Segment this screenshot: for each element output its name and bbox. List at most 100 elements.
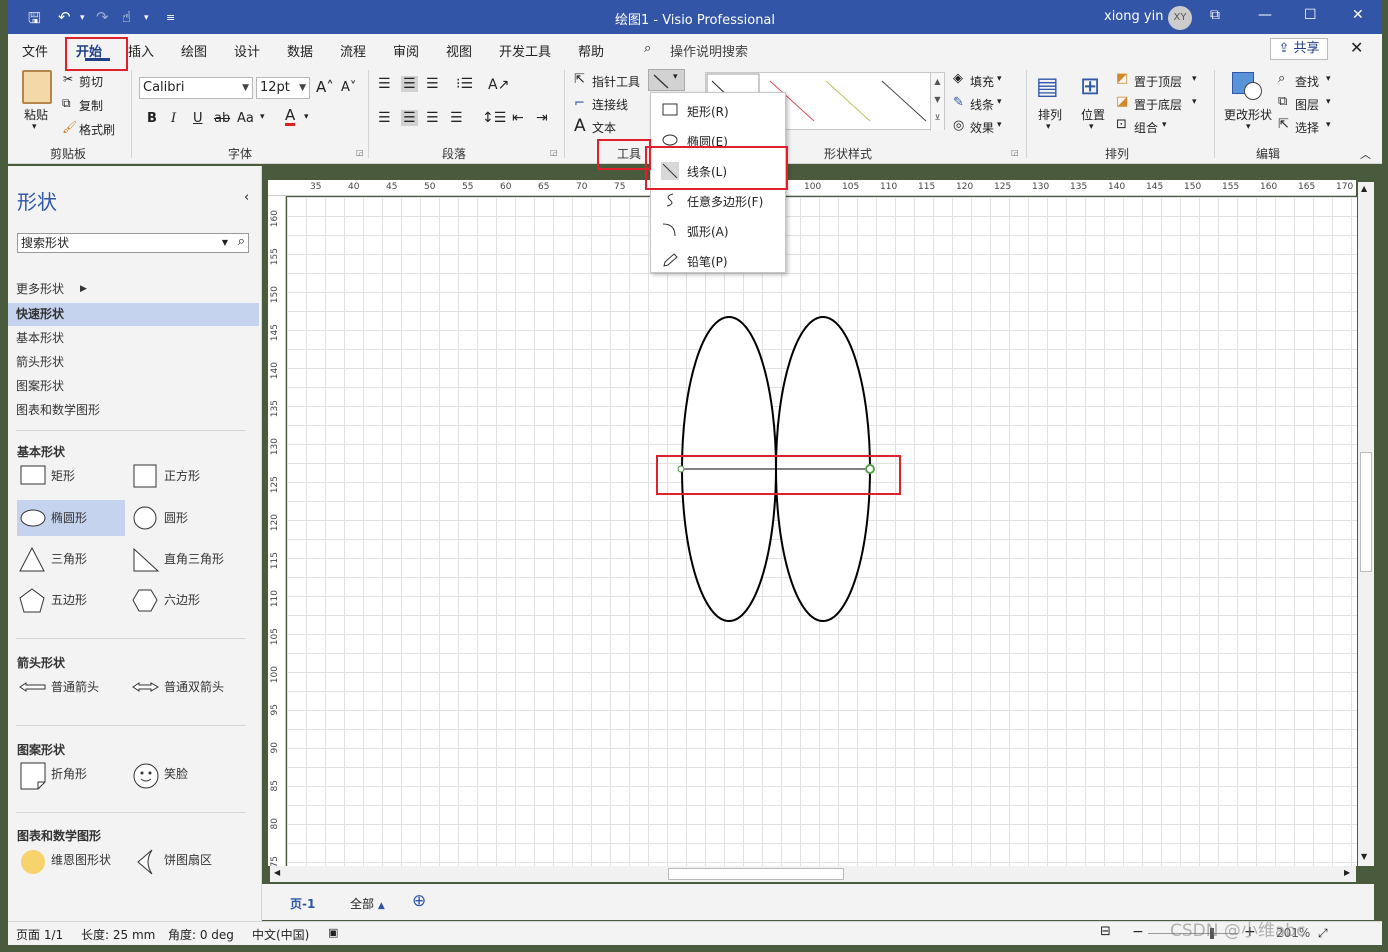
chevron-down-icon[interactable]: ▾ bbox=[1162, 120, 1167, 130]
status-page[interactable]: 页面 1/1 bbox=[16, 926, 63, 943]
align-center-icon[interactable]: ☰ bbox=[401, 110, 418, 126]
menu-item-rectangle[interactable]: 矩形(R) bbox=[651, 95, 785, 125]
share-button[interactable]: ⇪ 共享 bbox=[1270, 38, 1328, 60]
tab-insert[interactable]: 插入 bbox=[128, 41, 154, 60]
tab-process[interactable]: 流程 bbox=[340, 41, 366, 60]
align-top-icon[interactable]: ☰ bbox=[378, 76, 391, 92]
search-shapes-input[interactable]: 搜索形状 ▼ ⌕ bbox=[17, 233, 249, 253]
chevron-down-icon[interactable]: ▾ bbox=[1192, 74, 1197, 84]
vertical-scrollbar[interactable]: ▲ ▼ bbox=[1358, 182, 1374, 866]
stencil-double-arrow[interactable]: 普通双箭头 bbox=[130, 669, 248, 705]
layers-button[interactable]: 图层 bbox=[1295, 96, 1319, 113]
search-icon[interactable]: ⌕ bbox=[238, 233, 245, 251]
nav-quick-shapes[interactable]: 快速形状 bbox=[8, 303, 259, 326]
select-button[interactable]: 选择 bbox=[1295, 119, 1319, 136]
arrange-icon[interactable]: ▤ bbox=[1036, 72, 1059, 100]
menu-item-arc[interactable]: 弧形(A) bbox=[651, 215, 785, 245]
layers-icon[interactable]: ⧉ bbox=[1278, 94, 1287, 109]
send-to-back-button[interactable]: 置于底层 bbox=[1134, 96, 1182, 113]
nav-basic-shapes[interactable]: 基本形状 bbox=[8, 327, 259, 350]
chevron-down-icon[interactable]: ▾ bbox=[997, 97, 1002, 107]
decrease-indent-icon[interactable]: ⇤ bbox=[512, 110, 524, 126]
chevron-down-icon[interactable]: ▾ bbox=[1326, 97, 1331, 107]
group-icon[interactable]: ⊡ bbox=[1116, 117, 1127, 132]
chevron-down-icon[interactable]: ▾ bbox=[1326, 74, 1331, 84]
font-color-dropdown-icon[interactable]: ▾ bbox=[304, 112, 309, 122]
stencil-hexagon[interactable]: 六边形 bbox=[130, 582, 238, 618]
status-language[interactable]: 中文(中国) bbox=[252, 926, 309, 943]
horizontal-scrollbar[interactable]: ◀ ▶ bbox=[270, 866, 1356, 882]
format-painter-icon[interactable]: 🖌 bbox=[62, 120, 77, 134]
align-bottom-icon[interactable]: ☰ bbox=[426, 76, 439, 92]
stencil-folded-corner[interactable]: 折角形 bbox=[17, 756, 125, 792]
add-page-icon[interactable]: ⊕ bbox=[412, 891, 426, 911]
effects-icon[interactable]: ◎ bbox=[953, 118, 964, 133]
stencil-pentagon[interactable]: 五边形 bbox=[17, 582, 125, 618]
stencil-square[interactable]: 正方形 bbox=[130, 458, 238, 494]
fill-button[interactable]: 填充 bbox=[970, 73, 994, 90]
stencil-right-triangle[interactable]: 直角三角形 bbox=[130, 541, 248, 577]
chevron-down-icon[interactable]: ▾ bbox=[1046, 122, 1051, 132]
connector-icon[interactable]: ⌐ bbox=[574, 96, 585, 111]
pointer-tool-button[interactable]: 指针工具 bbox=[592, 73, 640, 90]
stencil-simple-arrow[interactable]: 普通箭头 bbox=[17, 669, 125, 705]
presentation-mode-icon[interactable]: ⊟ bbox=[1100, 924, 1111, 939]
stencil-ellipse[interactable]: 椭圆形 bbox=[17, 500, 125, 536]
tab-file[interactable]: 文件 bbox=[22, 41, 48, 60]
bring-to-front-icon[interactable]: ◩ bbox=[1116, 71, 1128, 86]
paste-button[interactable]: 粘贴 bbox=[24, 106, 48, 123]
cut-icon[interactable]: ✂ bbox=[63, 72, 73, 86]
chevron-down-icon[interactable]: ▼ bbox=[222, 234, 228, 252]
justify-icon[interactable]: ☰ bbox=[450, 110, 463, 126]
vertical-scroll-thumb[interactable] bbox=[1360, 452, 1372, 572]
find-button[interactable]: 查找 bbox=[1295, 73, 1319, 90]
shape-styles-dialog-launcher-icon[interactable]: ◲ bbox=[1011, 148, 1019, 157]
shrink-font-icon[interactable]: A˅ bbox=[341, 80, 356, 95]
line-style-button[interactable]: 线条 bbox=[970, 96, 994, 113]
text-rotation-icon[interactable]: A↗ bbox=[488, 77, 509, 93]
select-icon[interactable]: ⇱ bbox=[1278, 117, 1289, 132]
nav-graph-math-shapes[interactable]: 图表和数学图形 bbox=[8, 399, 259, 422]
paragraph-spacing-icon[interactable]: ↕☰ bbox=[482, 110, 506, 126]
tab-view[interactable]: 视图 bbox=[446, 41, 472, 60]
paste-icon[interactable] bbox=[22, 70, 52, 104]
scroll-left-icon[interactable]: ◀ bbox=[274, 868, 280, 877]
drawing-tools-dropdown[interactable]: ▾ bbox=[648, 69, 685, 91]
strikethrough-button[interactable]: ab bbox=[214, 111, 230, 126]
change-case-button[interactable]: Aa bbox=[237, 111, 254, 126]
fit-to-window-icon[interactable]: ⤢ bbox=[1318, 926, 1328, 941]
bullets-icon[interactable]: ⁝☰ bbox=[456, 76, 473, 92]
chevron-down-icon[interactable]: ▾ bbox=[1192, 97, 1197, 107]
text-tool-icon[interactable]: A bbox=[574, 116, 586, 136]
font-name-select[interactable]: Calibri ▼ bbox=[139, 77, 253, 99]
format-painter-button[interactable]: 格式刷 bbox=[79, 121, 115, 138]
nav-arrow-shapes[interactable]: 箭头形状 bbox=[8, 351, 259, 374]
chevron-down-icon[interactable]: ▾ bbox=[1246, 122, 1251, 132]
drawing-canvas[interactable] bbox=[287, 197, 1357, 866]
scroll-right-icon[interactable]: ▶ bbox=[1344, 868, 1350, 877]
bring-to-front-button[interactable]: 置于顶层 bbox=[1134, 73, 1182, 90]
tab-help[interactable]: 帮助 bbox=[578, 41, 604, 60]
all-pages-button[interactable]: 全部 ▲ bbox=[350, 895, 385, 912]
text-tool-button[interactable]: 文本 bbox=[592, 119, 616, 136]
italic-button[interactable]: I bbox=[171, 111, 176, 126]
change-shape-button[interactable]: 更改形状 bbox=[1224, 106, 1272, 123]
stencil-rectangle[interactable]: 矩形 bbox=[17, 458, 125, 494]
chevron-down-icon[interactable]: ▾ bbox=[997, 74, 1002, 84]
ribbon-display-icon[interactable]: ⧉ bbox=[1210, 7, 1220, 23]
copy-icon[interactable]: ⧉ bbox=[62, 96, 71, 111]
gallery-scroll[interactable]: ▲ ▼ ⊻ bbox=[930, 73, 944, 131]
collapse-ribbon-icon[interactable]: ︿ bbox=[1360, 146, 1371, 162]
zoom-out-icon[interactable]: − bbox=[1132, 924, 1144, 940]
send-to-back-icon[interactable]: ◪ bbox=[1116, 94, 1128, 109]
font-color-icon[interactable]: A bbox=[285, 108, 296, 126]
stencil-pie-sector[interactable]: 饼图扇区 bbox=[130, 842, 238, 878]
minimize-button[interactable]: — bbox=[1258, 7, 1272, 23]
macro-record-icon[interactable]: ▣ bbox=[328, 926, 338, 939]
bold-button[interactable]: B bbox=[147, 111, 157, 126]
tell-me-search[interactable]: 操作说明搜索 bbox=[670, 41, 748, 60]
tab-draw[interactable]: 绘图 bbox=[181, 41, 207, 60]
maximize-button[interactable]: ☐ bbox=[1304, 7, 1317, 23]
chevron-down-icon[interactable]: ▾ bbox=[1089, 122, 1094, 132]
scroll-up-icon[interactable]: ▲ bbox=[1361, 184, 1367, 193]
